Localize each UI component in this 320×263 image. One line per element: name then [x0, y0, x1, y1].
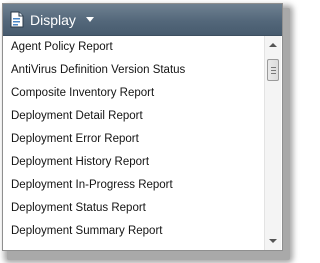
thumb-grip-line — [271, 67, 276, 68]
scroll-thumb[interactable] — [267, 59, 279, 81]
display-dropdown-panel: Display Agent Policy Report AntiVirus De… — [2, 3, 283, 251]
vertical-scrollbar[interactable] — [264, 36, 281, 250]
report-item[interactable]: Deployment Summary Report — [3, 220, 264, 243]
report-document-icon — [10, 11, 24, 28]
display-menu-header[interactable]: Display — [3, 4, 282, 36]
report-item[interactable]: Deployment Error Report — [3, 128, 264, 151]
caret-down-icon[interactable] — [85, 17, 94, 22]
scroll-down-arrow-icon[interactable] — [269, 239, 277, 243]
thumb-grip-line — [271, 70, 276, 71]
report-item[interactable]: Deployment In-Progress Report — [3, 174, 264, 197]
report-item[interactable]: AntiVirus Definition Version Status — [3, 59, 264, 82]
report-item[interactable]: Deployment Status Report — [3, 197, 264, 220]
thumb-grip-line — [271, 73, 276, 74]
report-item[interactable]: Deployment Detail Report — [3, 105, 264, 128]
display-label: Display — [30, 11, 76, 28]
scroll-up-arrow-icon[interactable] — [269, 43, 277, 47]
report-list: Agent Policy Report AntiVirus Definition… — [3, 36, 264, 250]
report-item[interactable]: Agent Policy Report — [3, 36, 264, 59]
report-item[interactable]: Composite Inventory Report — [3, 82, 264, 105]
report-item[interactable]: Deployment History Report — [3, 151, 264, 174]
